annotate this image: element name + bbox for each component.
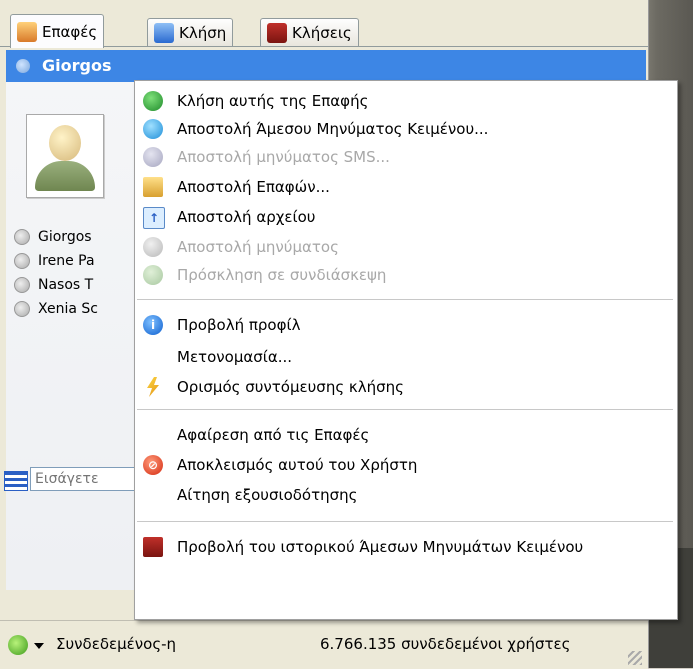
menu-item-label: Αφαίρεση από τις Επαφές (177, 426, 370, 444)
menu-separator (137, 521, 673, 522)
menu-item-send-sms[interactable]: Αποστολή μηνύματος SMS... (135, 143, 677, 171)
send-file-icon: ↑ (143, 207, 165, 229)
avatar-body (35, 161, 95, 191)
menu-item-view-profile[interactable]: i Προβολή προφίλ (135, 311, 677, 339)
menu-item-label: Αποστολή Επαφών... (177, 178, 330, 196)
arrow-up-icon: ↑ (148, 211, 160, 225)
menu-item-invite-conference[interactable]: Πρόσκληση σε συνδιάσκεψη (135, 261, 677, 289)
speed-dial-icon (147, 377, 159, 397)
send-contacts-icon (143, 177, 163, 197)
status-offline-icon (14, 301, 30, 317)
resize-grip-icon[interactable] (628, 651, 642, 665)
menu-item-call-contact[interactable]: Κλήση αυτής της Επαφής (135, 87, 677, 115)
chat-icon (143, 119, 163, 139)
contact-name: Irene Pa (38, 253, 95, 269)
menu-item-request-authorization[interactable]: Αίτηση εξουσιοδότησης (135, 481, 677, 509)
menu-separator (137, 299, 673, 300)
chevron-down-icon[interactable] (34, 643, 44, 649)
menu-item-block-user[interactable]: ⊘ Αποκλεισμός αυτού του Χρήστη (135, 451, 677, 479)
call-history-icon (267, 22, 287, 43)
tab-bar: Επαφές Κλήση Κλήσεις (0, 0, 648, 48)
status-bar: Συνδεδεμένος-η 6.766.135 συνδεδεμένοι χρ… (0, 620, 648, 669)
menu-item-label: Αποστολή μηνύματος (177, 238, 339, 256)
contact-name: Xenia Sc (38, 301, 98, 317)
tab-label: Επαφές (42, 22, 98, 41)
menu-item-remove-contact[interactable]: Αφαίρεση από τις Επαφές (135, 421, 677, 449)
menu-item-label: Αποστολή αρχείου (177, 208, 316, 226)
sms-icon (143, 147, 163, 167)
menu-item-label: Αποκλεισμός αυτού του Χρήστη (177, 456, 418, 474)
tab-contacts[interactable]: Επαφές (10, 14, 105, 48)
menu-item-label: Μετονομασία... (177, 348, 293, 366)
context-menu: Κλήση αυτής της Επαφής Αποστολή Άμεσου Μ… (134, 80, 678, 620)
status-offline-icon (14, 229, 30, 245)
call-icon (143, 91, 163, 111)
tab-call[interactable]: Κλήση (147, 18, 234, 46)
list-item[interactable]: Nasos T (14, 274, 93, 296)
menu-item-send-file[interactable]: ↑ Αποστολή αρχείου (135, 203, 677, 231)
dialpad-icon (154, 22, 174, 43)
menu-item-send-im[interactable]: Αποστολή Άμεσου Μηνύματος Κειμένου... (135, 115, 677, 143)
tab-label: Κλήση (179, 23, 227, 42)
avatar-head (49, 125, 81, 161)
menu-item-send-contacts[interactable]: Αποστολή Επαφών... (135, 173, 677, 201)
menu-item-label: Ορισμός συντόμευσης κλήσης (177, 378, 404, 396)
menu-item-label: Κλήση αυτής της Επαφής (177, 92, 369, 110)
status-offline-icon (14, 277, 30, 293)
menu-separator (137, 409, 673, 410)
menu-item-label: Αίτηση εξουσιοδότησης (177, 486, 358, 504)
status-offline-icon (16, 59, 30, 73)
tab-history[interactable]: Κλήσεις (260, 18, 359, 46)
status-label[interactable]: Συνδεδεμένος-η (56, 635, 176, 653)
users-online-count: 6.766.135 συνδεδεμένοι χρήστες (320, 635, 571, 653)
list-view-icon[interactable] (4, 471, 28, 491)
list-item[interactable]: Giorgos (14, 226, 92, 248)
info-glyph: i (150, 318, 156, 332)
online-status-icon[interactable] (8, 635, 28, 655)
menu-item-label: Αποστολή Άμεσου Μηνύματος Κειμένου... (177, 120, 489, 138)
block-icon: ⊘ (143, 455, 163, 475)
contact-name: Giorgos (42, 56, 112, 75)
status-offline-icon (14, 253, 30, 269)
menu-item-label: Προβολή προφίλ (177, 316, 301, 334)
voicemail-icon (143, 237, 163, 257)
menu-item-label: Αποστολή μηνύματος SMS... (177, 148, 390, 166)
menu-item-send-voicemail[interactable]: Αποστολή μηνύματος (135, 233, 677, 261)
menu-item-rename[interactable]: Μετονομασία... (135, 343, 677, 371)
list-item[interactable]: Xenia Sc (14, 298, 98, 320)
menu-item-view-im-history[interactable]: Προβολή του ιστορικού Άμεσων Μηνυμάτων Κ… (135, 533, 677, 561)
contact-name: Nasos T (38, 277, 94, 293)
avatar (26, 114, 104, 198)
block-glyph: ⊘ (147, 458, 159, 472)
selected-contact-row[interactable]: Giorgos (6, 50, 646, 82)
contact-name: Giorgos (38, 229, 92, 245)
menu-item-speed-dial[interactable]: Ορισμός συντόμευσης κλήσης (135, 373, 677, 401)
menu-item-label: Προβολή του ιστορικού Άμεσων Μηνυμάτων Κ… (177, 538, 584, 556)
contacts-icon (17, 21, 37, 42)
list-item[interactable]: Irene Pa (14, 250, 95, 272)
tab-label: Κλήσεις (292, 23, 352, 42)
info-icon: i (143, 315, 163, 335)
conference-icon (143, 265, 163, 285)
menu-item-label: Πρόσκληση σε συνδιάσκεψη (177, 266, 387, 284)
history-book-icon (143, 537, 163, 557)
